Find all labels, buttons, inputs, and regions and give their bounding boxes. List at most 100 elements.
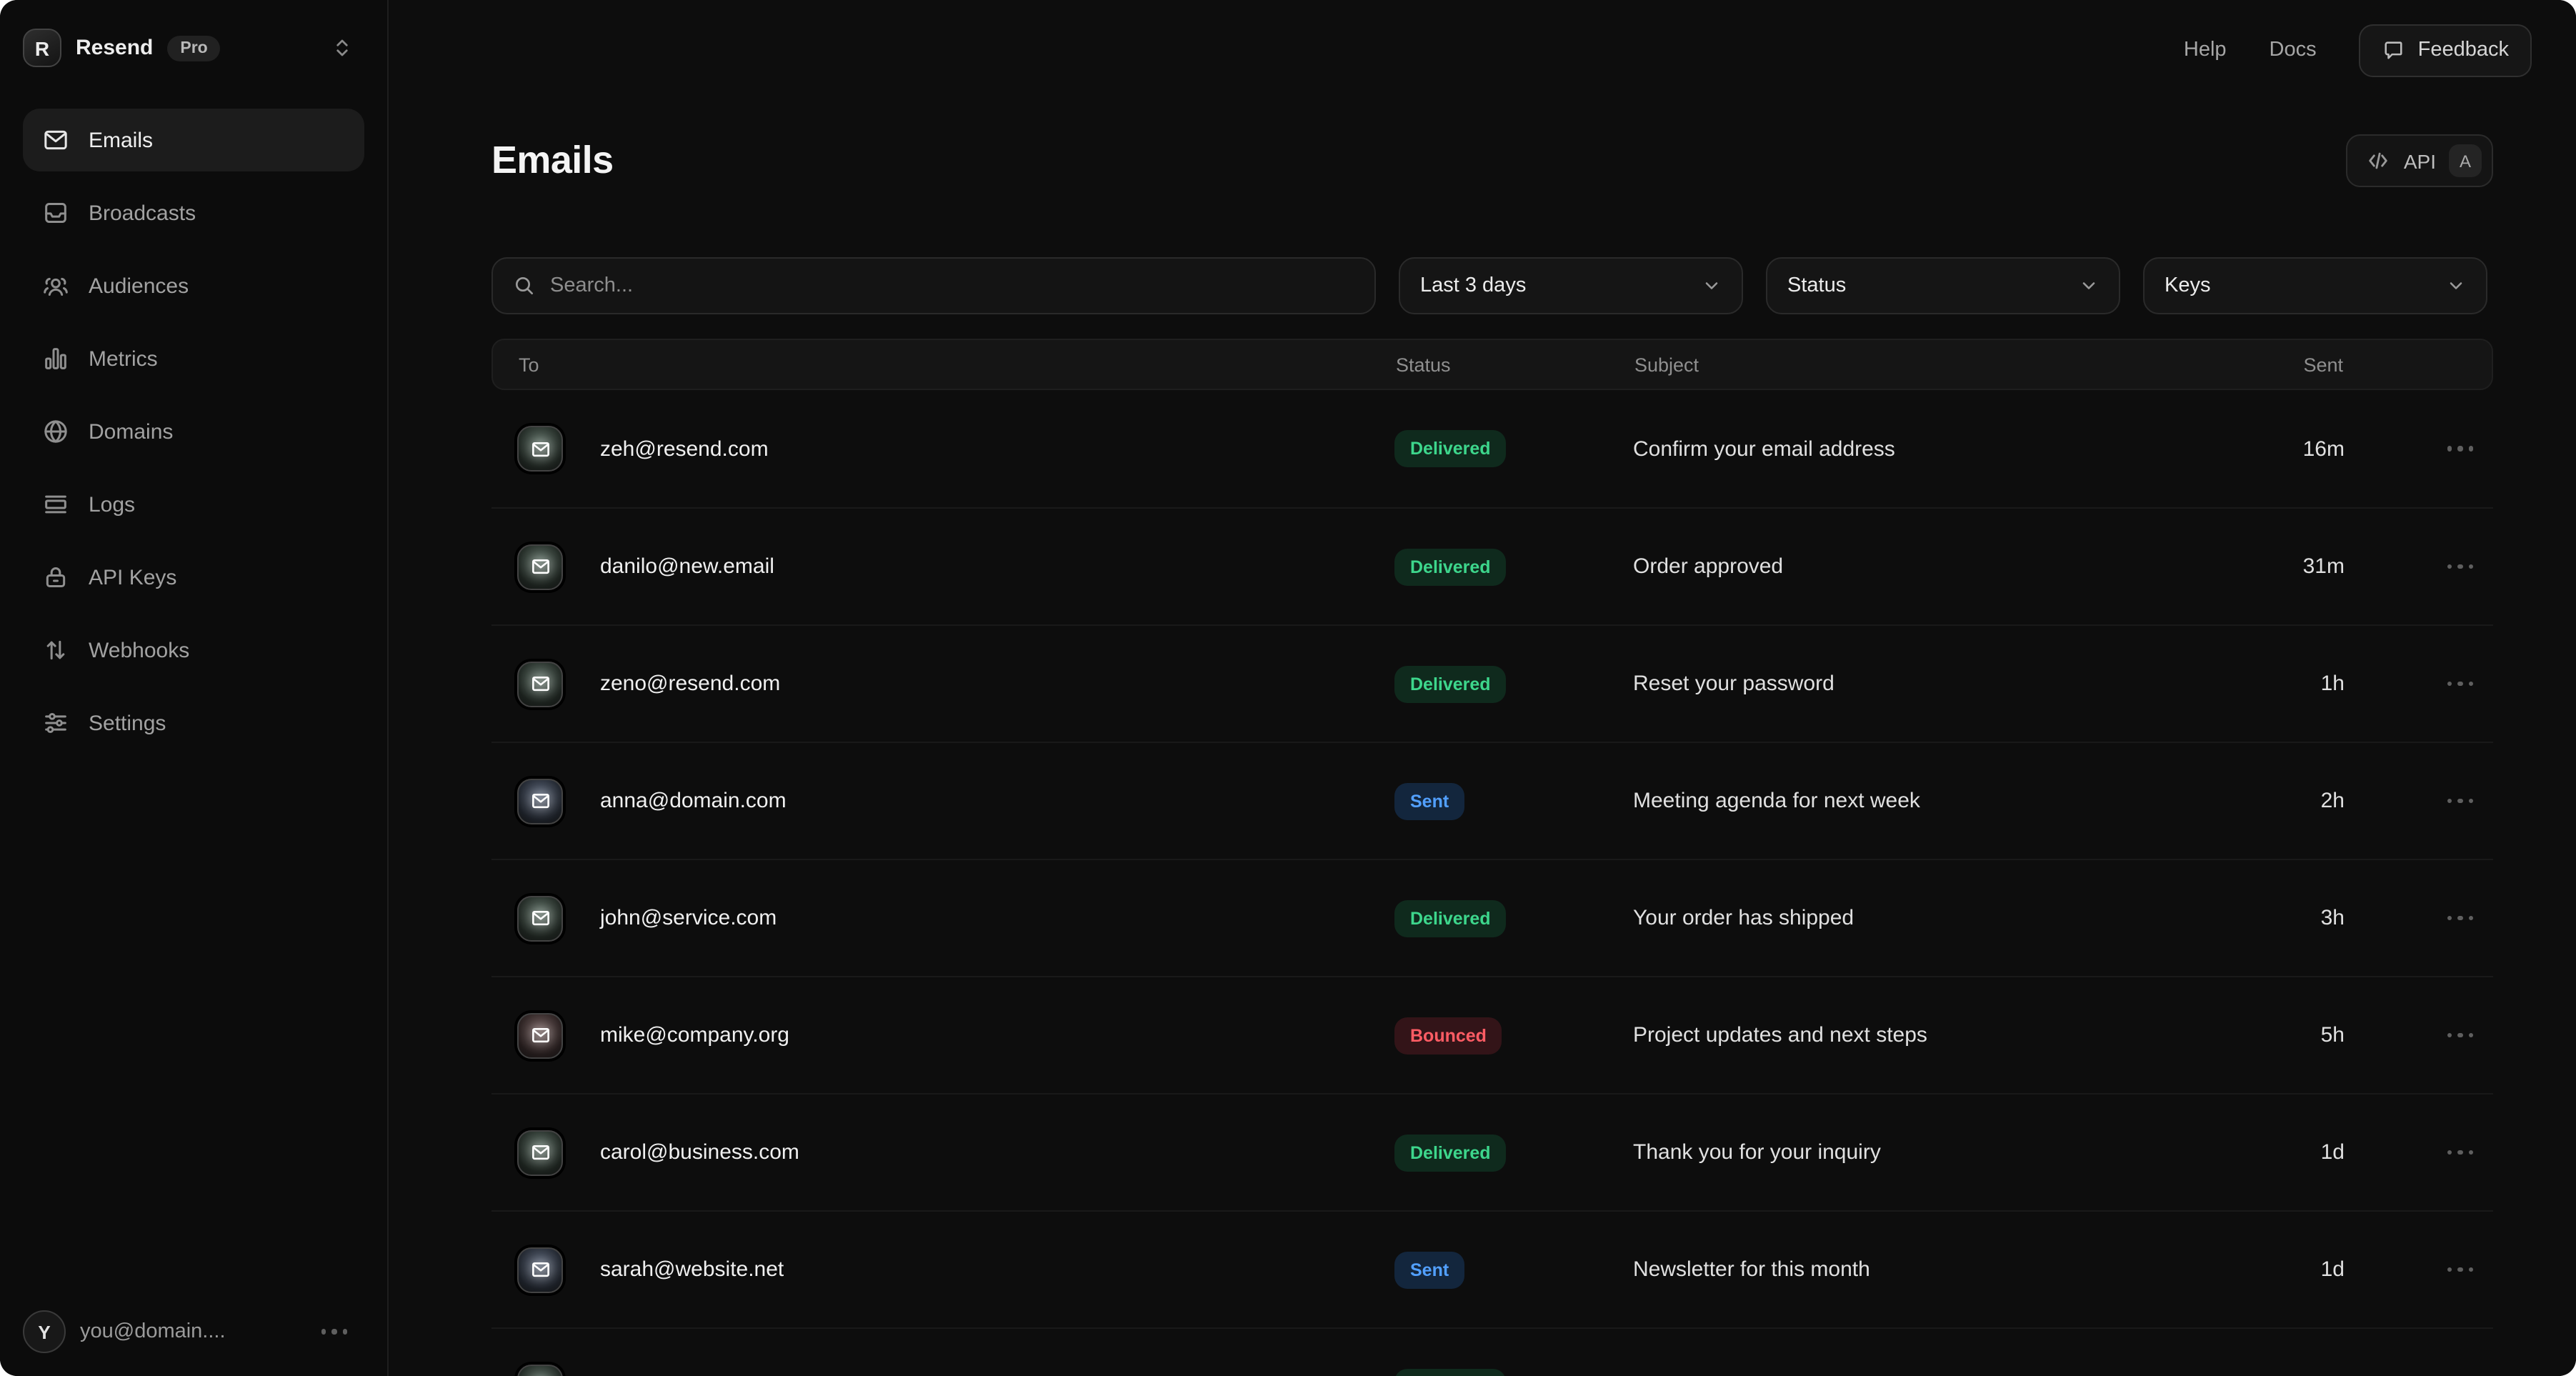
email-subject: Project updates and next steps (1633, 1023, 2233, 1047)
recipient-email: mike@company.org (600, 1023, 789, 1047)
user-more-icon[interactable] (321, 1330, 367, 1335)
table-row[interactable]: zeh@resend.com Delivered Confirm your em… (491, 390, 2493, 507)
table-row[interactable]: Delivered (491, 1327, 2493, 1376)
search-box (491, 257, 1376, 314)
keyboard-shortcut-badge: A (2449, 144, 2482, 177)
column-status: Status (1396, 354, 1634, 375)
content: Emails API A Last 3 days (491, 134, 2493, 1376)
table-row[interactable]: zeno@resend.com Delivered Reset your pas… (491, 624, 2493, 742)
users-icon (41, 271, 70, 300)
envelope-icon (41, 126, 70, 154)
sidebar-item-audiences[interactable]: Audiences (23, 254, 364, 317)
sidebar-item-label: Metrics (89, 347, 158, 371)
sidebar-item-metrics[interactable]: Metrics (23, 327, 364, 390)
email-avatar-envelope-icon (517, 1247, 563, 1292)
sliders-icon (41, 709, 70, 737)
sent-time: 1h (2233, 672, 2345, 696)
table-row[interactable]: sarah@website.net Sent Newsletter for th… (491, 1210, 2493, 1327)
table-row[interactable]: carol@business.com Delivered Thank you f… (491, 1093, 2493, 1210)
row-menu-icon[interactable] (2345, 1033, 2493, 1038)
search-input[interactable] (550, 274, 1354, 297)
chevron-up-down-icon (331, 37, 353, 59)
status-badge: Delivered (1394, 899, 1507, 937)
row-menu-icon[interactable] (2345, 1267, 2493, 1272)
sent-time: 5h (2233, 1023, 2345, 1047)
email-avatar-envelope-icon (517, 895, 563, 941)
chevron-down-icon (1702, 276, 1722, 296)
email-avatar-envelope-icon (517, 1012, 563, 1058)
keys-select[interactable]: Keys (2143, 257, 2487, 314)
sent-time: 1d (2233, 1140, 2345, 1165)
workspace-name: Resend (76, 36, 153, 60)
feedback-button[interactable]: Feedback (2360, 24, 2532, 76)
workspace-switcher[interactable]: R Resend Pro (0, 0, 387, 87)
sent-time: 2h (2233, 789, 2345, 813)
sidebar-item-emails[interactable]: Emails (23, 109, 364, 171)
chat-bubble-icon (2382, 39, 2405, 61)
row-menu-icon[interactable] (2345, 447, 2493, 452)
sent-time: 31m (2233, 554, 2345, 579)
sidebar: R Resend Pro Emails Broadcasts Audiences (0, 0, 389, 1376)
email-subject: Confirm your email address (1633, 437, 2233, 461)
feedback-label: Feedback (2418, 39, 2509, 61)
sidebar-item-label: Domains (89, 419, 173, 444)
top-bar: Help Docs Feedback (389, 0, 2576, 80)
user-menu[interactable]: Y you@domain.... (23, 1310, 367, 1353)
table-row[interactable]: danilo@new.email Delivered Order approve… (491, 507, 2493, 624)
status-select[interactable]: Status (1766, 257, 2120, 314)
keys-value: Keys (2165, 274, 2211, 297)
sidebar-item-settings[interactable]: Settings (23, 692, 364, 754)
chevron-down-icon (2446, 276, 2466, 296)
table-row[interactable]: anna@domain.com Sent Meeting agenda for … (491, 742, 2493, 859)
sidebar-item-domains[interactable]: Domains (23, 400, 364, 463)
api-label: API (2404, 149, 2436, 172)
main-area: Help Docs Feedback Emails API A (389, 0, 2576, 1376)
email-avatar-envelope-icon (517, 778, 563, 824)
inbox-icon (41, 199, 70, 227)
emails-table: To Status Subject Sent zeh@resend.com De… (491, 339, 2493, 1376)
chevron-down-icon (2079, 276, 2099, 296)
column-to: To (493, 354, 1396, 375)
filter-bar: Last 3 days Status Keys (491, 257, 2493, 314)
docs-link[interactable]: Docs (2270, 39, 2317, 61)
status-badge: Delivered (1394, 1368, 1507, 1376)
row-menu-icon[interactable] (2345, 682, 2493, 687)
resend-logo: R (23, 29, 61, 67)
table-row[interactable]: john@service.com Delivered Your order ha… (491, 859, 2493, 976)
sidebar-item-broadcasts[interactable]: Broadcasts (23, 181, 364, 244)
user-avatar: Y (23, 1310, 66, 1353)
sidebar-item-api-keys[interactable]: API Keys (23, 546, 364, 609)
bar-chart-icon (41, 344, 70, 373)
row-menu-icon[interactable] (2345, 1150, 2493, 1155)
sent-time: 3h (2233, 906, 2345, 930)
recipient-email: sarah@website.net (600, 1257, 784, 1282)
plan-badge: Pro (167, 35, 220, 61)
recipient-email: zeh@resend.com (600, 437, 769, 461)
row-menu-icon[interactable] (2345, 916, 2493, 921)
sidebar-item-logs[interactable]: Logs (23, 473, 364, 536)
status-value: Status (1787, 274, 1846, 297)
status-badge: Delivered (1394, 1134, 1507, 1171)
email-avatar-envelope-icon (517, 544, 563, 589)
recipient-email: zeno@resend.com (600, 672, 780, 696)
row-menu-icon[interactable] (2345, 564, 2493, 569)
sent-time: 16m (2233, 437, 2345, 461)
sidebar-item-webhooks[interactable]: Webhooks (23, 619, 364, 682)
date-range-select[interactable]: Last 3 days (1399, 257, 1743, 314)
sidebar-item-label: API Keys (89, 565, 176, 589)
column-subject: Subject (1634, 354, 2235, 375)
help-link[interactable]: Help (2184, 39, 2227, 61)
api-button[interactable]: API A (2347, 134, 2493, 187)
table-row[interactable]: mike@company.org Bounced Project updates… (491, 976, 2493, 1093)
status-badge: Delivered (1394, 548, 1507, 585)
email-subject: Newsletter for this month (1633, 1257, 2233, 1282)
row-menu-icon[interactable] (2345, 799, 2493, 804)
status-badge: Delivered (1394, 430, 1507, 467)
sidebar-item-label: Logs (89, 492, 135, 517)
sidebar-item-label: Emails (89, 128, 153, 152)
arrows-up-down-icon (41, 636, 70, 664)
column-sent: Sent (2235, 354, 2343, 375)
recipient-email: danilo@new.email (600, 554, 774, 579)
search-icon (513, 274, 536, 297)
status-badge: Sent (1394, 1251, 1464, 1288)
